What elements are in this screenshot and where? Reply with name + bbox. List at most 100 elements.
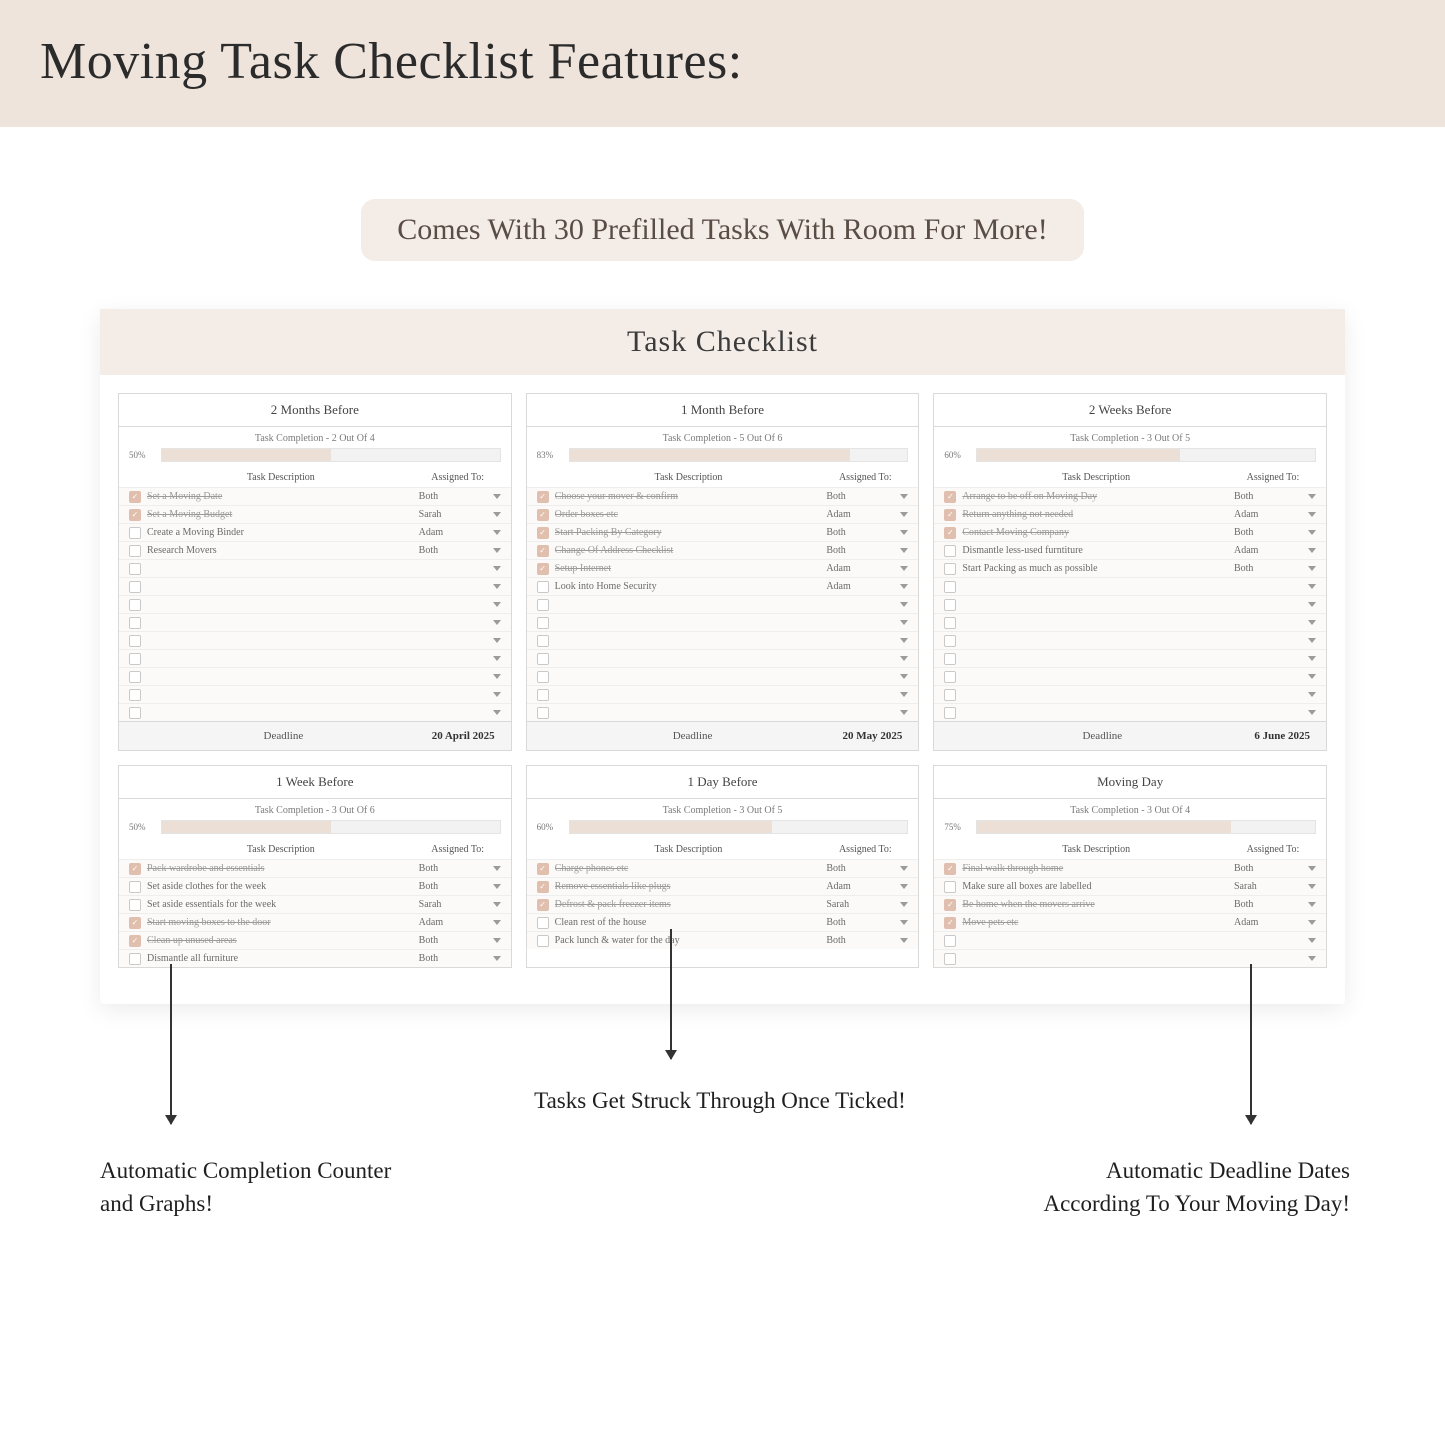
chevron-down-icon[interactable] [493,566,501,571]
chevron-down-icon[interactable] [900,920,908,925]
checkbox[interactable] [944,935,956,947]
checkbox[interactable] [129,599,141,611]
chevron-down-icon[interactable] [900,692,908,697]
checkbox[interactable] [944,545,956,557]
checkbox[interactable] [944,881,956,893]
chevron-down-icon[interactable] [900,584,908,589]
checkbox[interactable] [129,881,141,893]
checkbox[interactable] [537,899,549,911]
chevron-down-icon[interactable] [900,548,908,553]
chevron-down-icon[interactable] [1308,602,1316,607]
checkbox[interactable] [537,935,549,947]
chevron-down-icon[interactable] [493,884,501,889]
chevron-down-icon[interactable] [493,956,501,961]
chevron-down-icon[interactable] [493,620,501,625]
checkbox[interactable] [129,617,141,629]
checkbox[interactable] [537,653,549,665]
chevron-down-icon[interactable] [900,620,908,625]
chevron-down-icon[interactable] [1308,494,1316,499]
chevron-down-icon[interactable] [1308,584,1316,589]
checkbox[interactable] [129,635,141,647]
checkbox[interactable] [944,617,956,629]
checkbox[interactable] [129,509,141,521]
chevron-down-icon[interactable] [1308,638,1316,643]
checkbox[interactable] [129,671,141,683]
chevron-down-icon[interactable] [1308,902,1316,907]
chevron-down-icon[interactable] [1308,656,1316,661]
checkbox[interactable] [537,563,549,575]
chevron-down-icon[interactable] [493,548,501,553]
checkbox[interactable] [537,707,549,719]
checkbox[interactable] [537,635,549,647]
checkbox[interactable] [129,917,141,929]
chevron-down-icon[interactable] [1308,884,1316,889]
chevron-down-icon[interactable] [493,866,501,871]
checkbox[interactable] [537,863,549,875]
checkbox[interactable] [537,617,549,629]
chevron-down-icon[interactable] [493,638,501,643]
chevron-down-icon[interactable] [1308,920,1316,925]
chevron-down-icon[interactable] [1308,548,1316,553]
checkbox[interactable] [537,671,549,683]
chevron-down-icon[interactable] [493,512,501,517]
chevron-down-icon[interactable] [900,656,908,661]
chevron-down-icon[interactable] [900,494,908,499]
checkbox[interactable] [129,863,141,875]
chevron-down-icon[interactable] [1308,956,1316,961]
chevron-down-icon[interactable] [900,902,908,907]
checkbox[interactable] [537,545,549,557]
checkbox[interactable] [944,917,956,929]
checkbox[interactable] [129,707,141,719]
checkbox[interactable] [944,599,956,611]
checkbox[interactable] [129,527,141,539]
chevron-down-icon[interactable] [900,530,908,535]
chevron-down-icon[interactable] [493,938,501,943]
chevron-down-icon[interactable] [900,638,908,643]
chevron-down-icon[interactable] [1308,620,1316,625]
checkbox[interactable] [537,581,549,593]
checkbox[interactable] [944,581,956,593]
chevron-down-icon[interactable] [900,566,908,571]
chevron-down-icon[interactable] [493,674,501,679]
checkbox[interactable] [129,581,141,593]
checkbox[interactable] [129,935,141,947]
chevron-down-icon[interactable] [493,584,501,589]
checkbox[interactable] [944,653,956,665]
checkbox[interactable] [537,881,549,893]
chevron-down-icon[interactable] [900,884,908,889]
checkbox[interactable] [129,545,141,557]
chevron-down-icon[interactable] [1308,566,1316,571]
checkbox[interactable] [944,899,956,911]
chevron-down-icon[interactable] [900,710,908,715]
chevron-down-icon[interactable] [493,494,501,499]
checkbox[interactable] [944,491,956,503]
checkbox[interactable] [944,563,956,575]
checkbox[interactable] [944,635,956,647]
checkbox[interactable] [944,707,956,719]
chevron-down-icon[interactable] [493,920,501,925]
checkbox[interactable] [129,491,141,503]
chevron-down-icon[interactable] [900,512,908,517]
checkbox[interactable] [537,491,549,503]
chevron-down-icon[interactable] [493,530,501,535]
checkbox[interactable] [944,863,956,875]
checkbox[interactable] [537,917,549,929]
chevron-down-icon[interactable] [1308,674,1316,679]
chevron-down-icon[interactable] [1308,866,1316,871]
checkbox[interactable] [129,953,141,965]
checkbox[interactable] [129,689,141,701]
chevron-down-icon[interactable] [493,692,501,697]
checkbox[interactable] [537,689,549,701]
chevron-down-icon[interactable] [493,902,501,907]
chevron-down-icon[interactable] [900,674,908,679]
chevron-down-icon[interactable] [1308,710,1316,715]
checkbox[interactable] [129,899,141,911]
chevron-down-icon[interactable] [900,866,908,871]
checkbox[interactable] [537,527,549,539]
checkbox[interactable] [537,509,549,521]
checkbox[interactable] [944,671,956,683]
chevron-down-icon[interactable] [493,656,501,661]
checkbox[interactable] [944,527,956,539]
checkbox[interactable] [944,509,956,521]
checkbox[interactable] [129,563,141,575]
